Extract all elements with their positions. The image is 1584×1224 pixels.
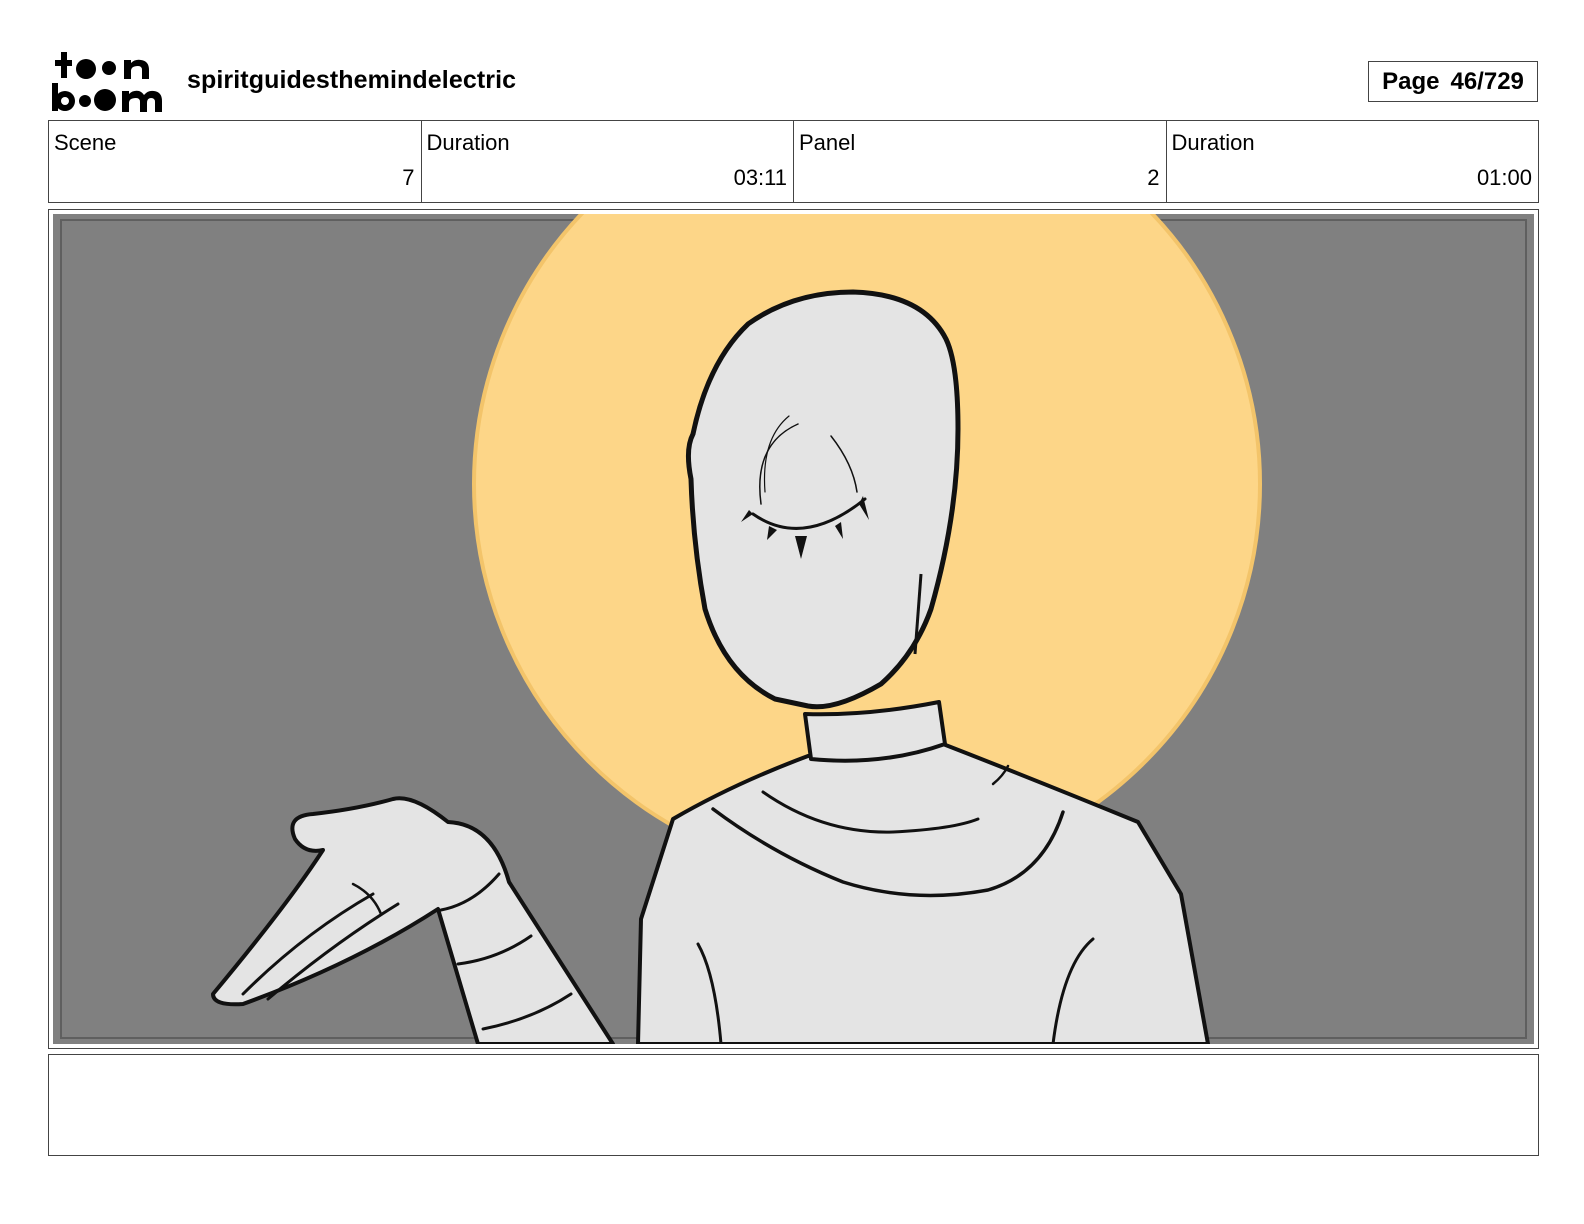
page-indicator: Page 46/729 (1368, 61, 1538, 102)
page-label: Page (1382, 67, 1440, 95)
scene-duration-label: Duration (426, 130, 510, 155)
storyboard-panel (48, 209, 1539, 1049)
panel-notes (48, 1054, 1539, 1156)
panel-cell: Panel 2 (794, 121, 1167, 202)
scene-cell: Scene 7 (49, 121, 422, 202)
panel-value: 2 (1147, 165, 1160, 190)
scene-value: 7 (402, 165, 415, 190)
toon-boom-logo (52, 52, 162, 112)
scene-duration-value: 03:11 (733, 165, 787, 190)
panel-duration-label: Duration (1171, 130, 1255, 155)
scene-label: Scene (54, 130, 117, 155)
page-number: 46/729 (1450, 67, 1524, 95)
panel-label: Panel (799, 130, 856, 155)
project-title: spiritguidesthemindelectric (187, 66, 517, 94)
scene-info-table: Scene 7 Duration 03:11 Panel 2 Duration … (48, 120, 1539, 203)
panel-drawing (53, 214, 1534, 1044)
panel-duration-cell: Duration 01:00 (1167, 121, 1539, 202)
panel-duration-value: 01:00 (1476, 165, 1532, 190)
scene-duration-cell: Duration 03:11 (422, 121, 794, 202)
